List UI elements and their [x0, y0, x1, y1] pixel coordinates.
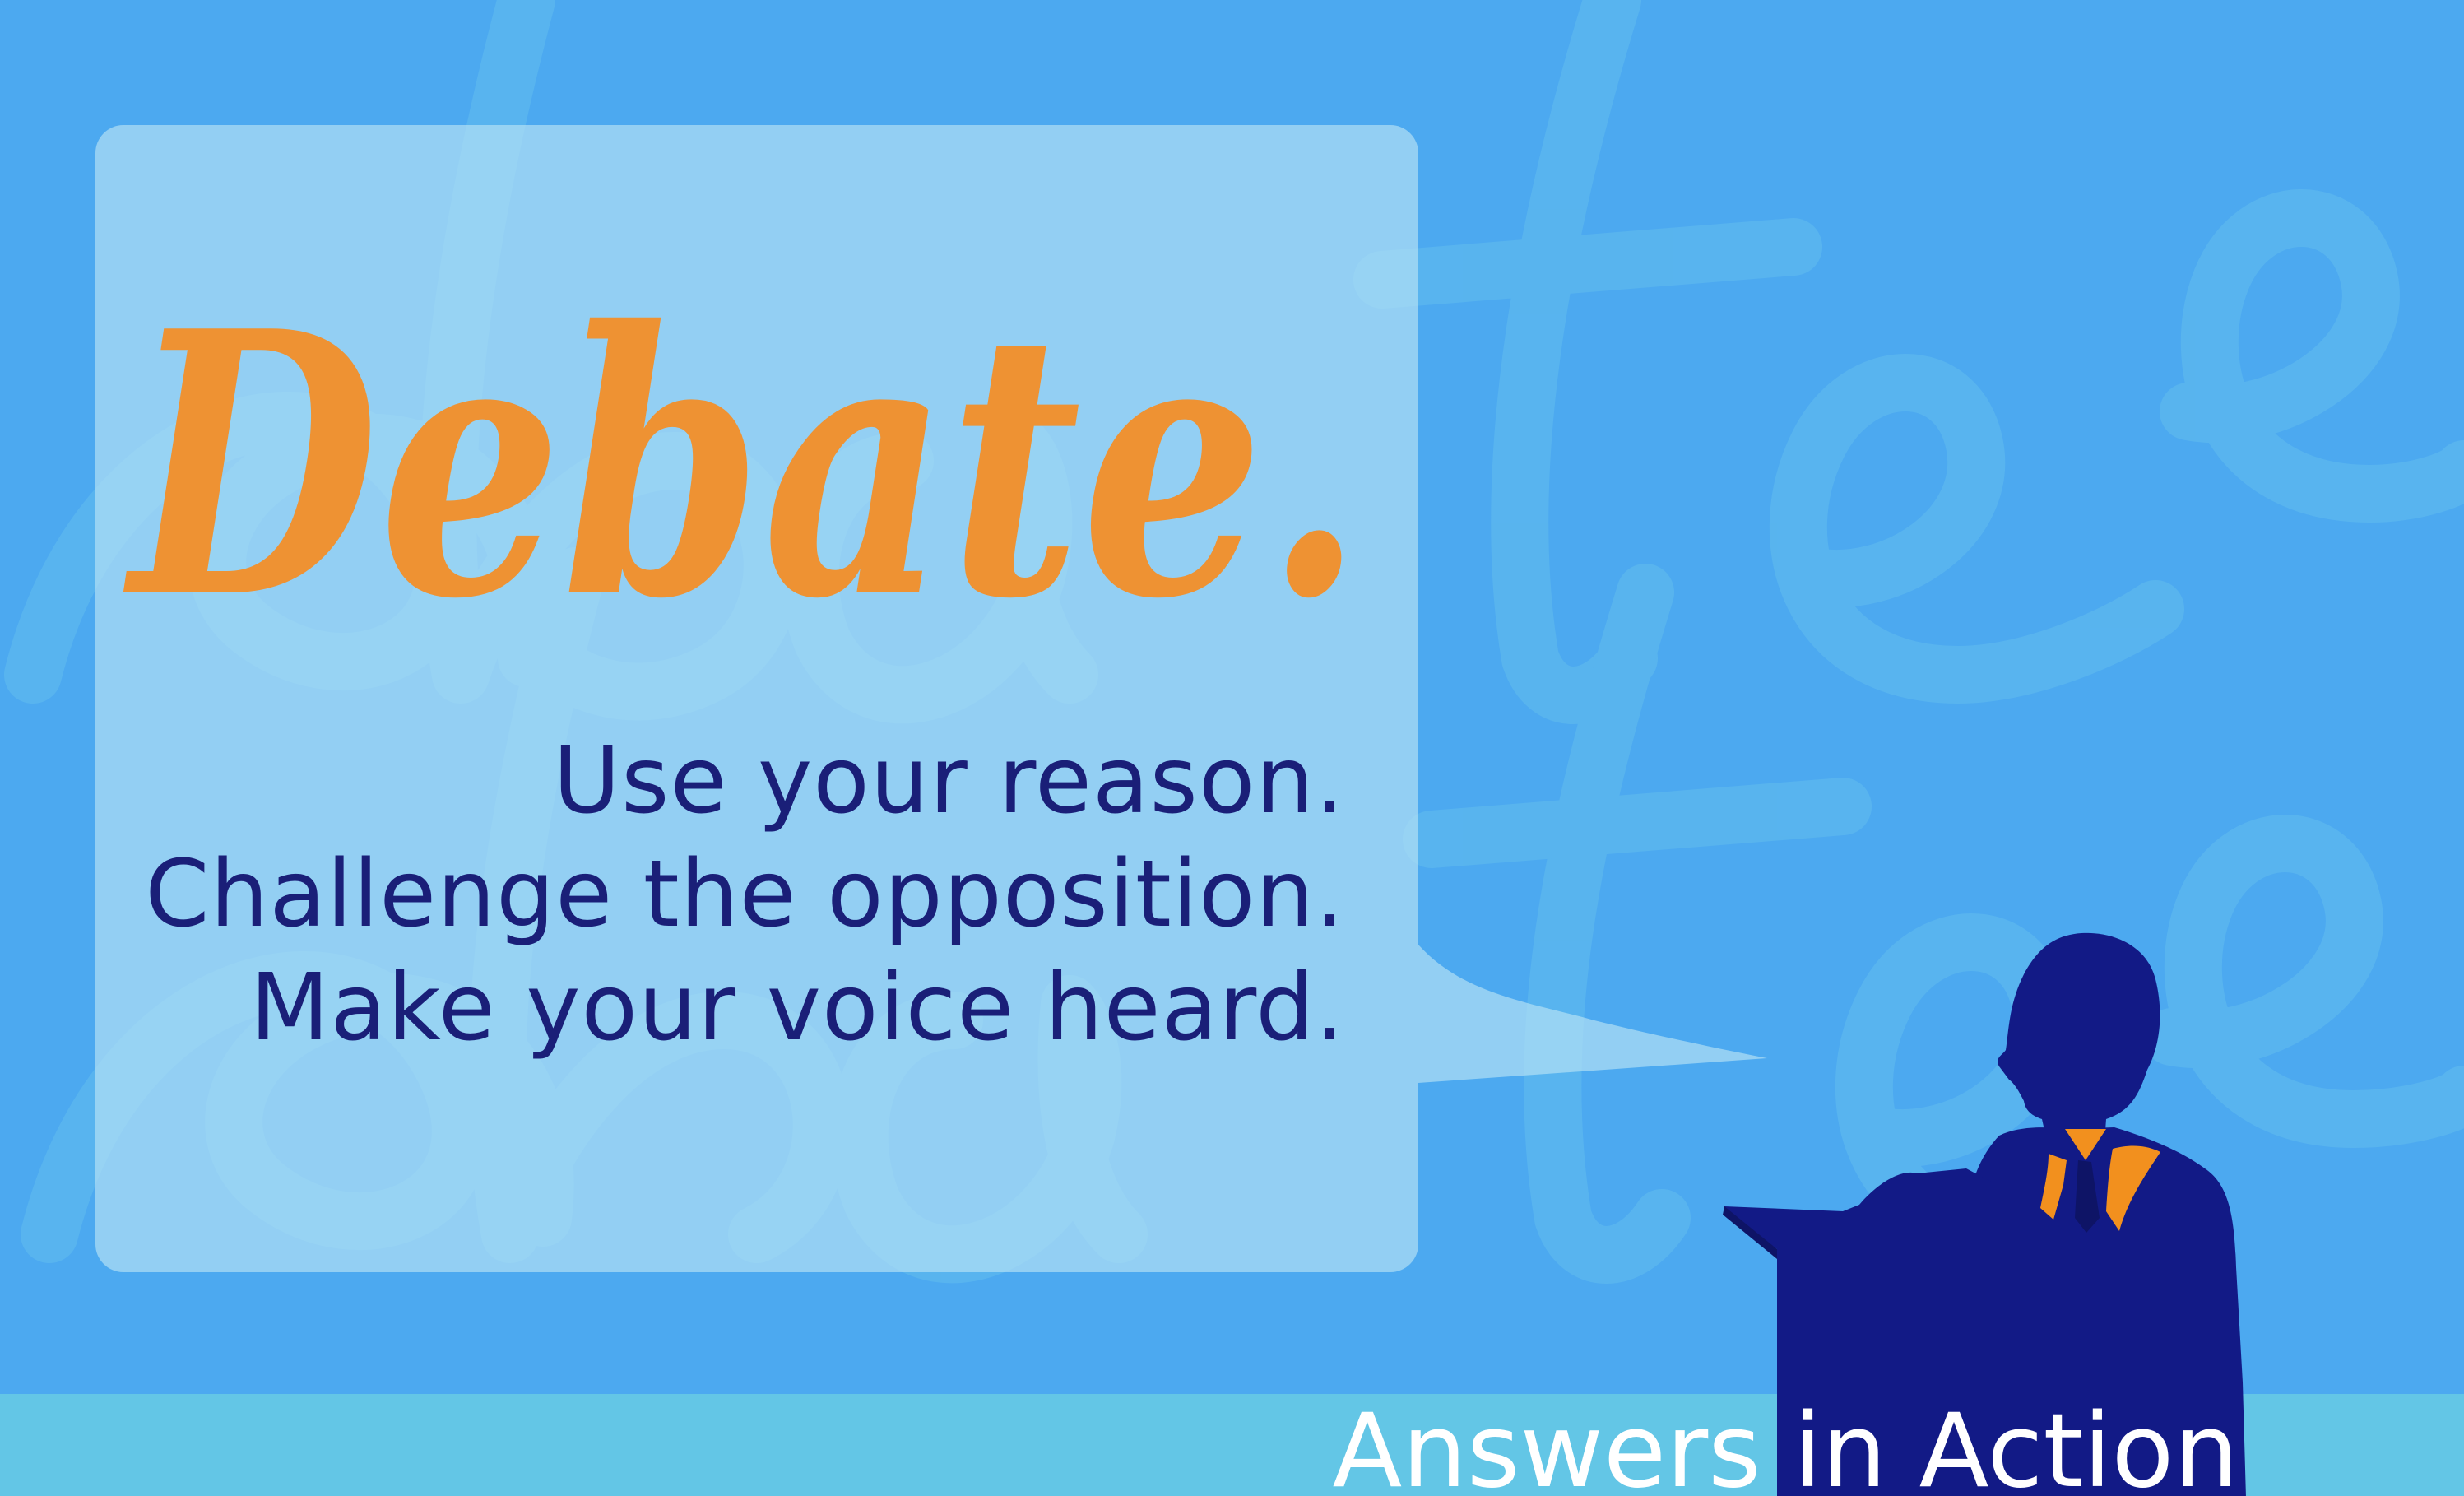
tagline-line-3: Make your voice heard. [249, 955, 1345, 1062]
title-text: Debate. [123, 253, 1364, 642]
tagline-line-1: Use your reason. [553, 727, 1345, 834]
tagline-line-2: Challenge the opposition. [145, 841, 1345, 948]
brand-name: Answers in Action [1332, 1401, 2239, 1496]
tagline-block: Use your reason. Challenge the oppositio… [145, 724, 1345, 1065]
page-title: Debate. [123, 181, 1390, 642]
